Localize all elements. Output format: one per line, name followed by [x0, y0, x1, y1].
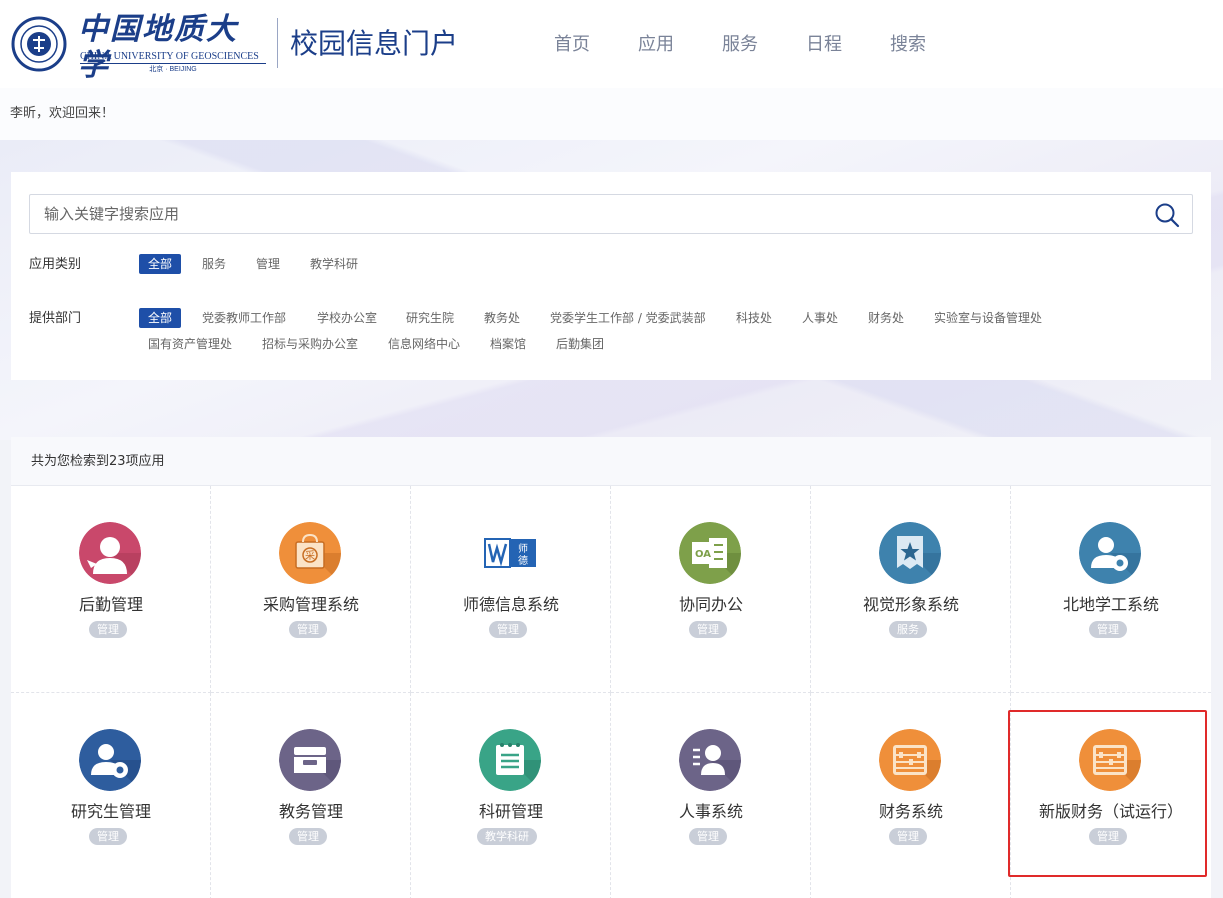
department-item[interactable]: 教务处: [484, 308, 520, 328]
app-name: 师德信息系统: [462, 595, 559, 614]
app-name: 后勤管理: [78, 595, 143, 614]
search-bar: [29, 194, 1193, 234]
department-item[interactable]: 研究生院: [406, 308, 454, 328]
welcome-text: 李昕，欢迎回来！: [10, 106, 115, 121]
app-tile-procurement[interactable]: 采 采购管理系统 管理: [211, 486, 411, 693]
app-name: 研究生管理: [70, 802, 151, 821]
procurement-bag-icon: 采: [279, 522, 341, 584]
inbox-tray-icon: [279, 729, 341, 791]
app-name: 人事系统: [678, 802, 743, 821]
category-teaching-research[interactable]: 教学科研: [310, 254, 358, 274]
app-tag: 服务: [889, 621, 927, 638]
app-tile-hr[interactable]: 人事系统 管理: [611, 693, 811, 898]
app-tag: 管理: [889, 828, 927, 845]
department-item[interactable]: 国有资产管理处: [148, 334, 232, 354]
user-gear-icon: [1079, 522, 1141, 584]
svg-text:师: 师: [518, 542, 528, 555]
department-item[interactable]: 信息网络中心: [388, 334, 460, 354]
category-all[interactable]: 全部: [139, 254, 182, 274]
department-label: 提供部门: [29, 311, 82, 326]
app-tag: 管理: [289, 621, 327, 638]
nav-search[interactable]: 搜索: [890, 33, 926, 57]
app-tag: 管理: [89, 621, 127, 638]
app-tag: 管理: [1089, 621, 1127, 638]
nav-services[interactable]: 服务: [722, 33, 758, 57]
logo-english-name: CHINA UNIVERSITY OF GEOSCIENCES: [80, 51, 259, 62]
nav-apps[interactable]: 应用: [638, 33, 674, 57]
app-tile-shide[interactable]: 师德 师德信息系统 管理: [411, 486, 611, 693]
app-tag: 管理: [489, 621, 527, 638]
app-tile-graduate[interactable]: 研究生管理 管理: [11, 693, 211, 898]
app-name: 视觉形象系统: [862, 595, 959, 614]
app-tile-logistics[interactable]: 后勤管理 管理: [11, 486, 211, 693]
department-item[interactable]: 人事处: [802, 308, 838, 328]
department-item[interactable]: 后勤集团: [556, 334, 604, 354]
nav-schedule[interactable]: 日程: [806, 33, 842, 57]
oa-document-icon: OA: [679, 522, 741, 584]
results-summary: 共为您检索到23项应用: [31, 454, 165, 469]
department-all[interactable]: 全部: [139, 308, 182, 328]
department-item[interactable]: 招标与采购办公室: [262, 334, 358, 354]
logo-chinese-name: 中国地质大学: [78, 12, 238, 83]
app-tile-oa[interactable]: OA 协同办公 管理: [611, 486, 811, 693]
abacus-icon: [879, 729, 941, 791]
star-badge-icon: [879, 522, 941, 584]
welcome-bar: 李昕，欢迎回来！: [0, 88, 1223, 140]
department-item[interactable]: 党委教师工作部: [202, 308, 286, 328]
results-panel: 共为您检索到23项应用 后勤管理 管理 采 采购管理系统 管理 师德 师德信息系…: [11, 437, 1211, 898]
svg-text:德: 德: [518, 554, 528, 567]
category-management[interactable]: 管理: [256, 254, 280, 274]
results-header: 共为您检索到23项应用: [11, 437, 1211, 486]
header-separator: [277, 18, 278, 68]
logo-divider: [80, 63, 266, 64]
shide-logo-icon: 师德: [479, 522, 541, 584]
search-icon[interactable]: [1154, 202, 1180, 228]
department-item[interactable]: 档案馆: [490, 334, 526, 354]
app-tile-academic-affairs[interactable]: 教务管理 管理: [211, 693, 411, 898]
department-item[interactable]: 实验室与设备管理处: [934, 308, 1042, 328]
app-name: 科研管理: [478, 802, 543, 821]
app-tile-new-finance[interactable]: 新版财务（试运行） 管理: [1011, 693, 1211, 898]
app-name: 教务管理: [278, 802, 343, 821]
department-item[interactable]: 科技处: [736, 308, 772, 328]
logo-city: 北京 · BEIJING: [149, 66, 197, 73]
app-name: 新版财务（试运行）: [1038, 802, 1183, 821]
nav-home[interactable]: 首页: [554, 33, 590, 57]
svg-text:采: 采: [305, 550, 315, 562]
app-tag: 管理: [689, 621, 727, 638]
user-gear-icon: [79, 729, 141, 791]
app-name: 协同办公: [678, 595, 743, 614]
filter-panel: 应用类别 全部 服务 管理 教学科研 提供部门 全部 党委教师工作部 学校办公室…: [11, 172, 1211, 380]
app-tag: 管理: [689, 828, 727, 845]
category-service[interactable]: 服务: [202, 254, 226, 274]
app-name: 财务系统: [878, 802, 943, 821]
portal-title: 校园信息门户: [290, 27, 459, 60]
app-tag: 管理: [289, 828, 327, 845]
notepad-icon: [479, 729, 541, 791]
svg-text:OA: OA: [695, 549, 711, 560]
app-name: 采购管理系统: [262, 595, 359, 614]
department-item[interactable]: 财务处: [868, 308, 904, 328]
app-tag: 教学科研: [477, 828, 537, 845]
app-tile-student-affairs[interactable]: 北地学工系统 管理: [1011, 486, 1211, 693]
search-input[interactable]: [44, 203, 1134, 225]
logistics-person-icon: [79, 522, 141, 584]
app-tile-visual-identity[interactable]: 视觉形象系统 服务: [811, 486, 1011, 693]
app-tag: 管理: [89, 828, 127, 845]
person-list-icon: [679, 729, 741, 791]
department-item[interactable]: 学校办公室: [317, 308, 377, 328]
app-tile-research[interactable]: 科研管理 教学科研: [411, 693, 611, 898]
abacus-icon: [1079, 729, 1141, 791]
top-header: 中国地质大学 CHINA UNIVERSITY OF GEOSCIENCES 北…: [0, 0, 1223, 88]
category-label: 应用类别: [29, 257, 82, 272]
university-seal-icon[interactable]: [11, 16, 67, 72]
app-name: 北地学工系统: [1062, 595, 1159, 614]
app-tag: 管理: [1089, 828, 1127, 845]
department-item[interactable]: 党委学生工作部 / 党委武装部: [550, 308, 706, 328]
app-tile-finance[interactable]: 财务系统 管理: [811, 693, 1011, 898]
